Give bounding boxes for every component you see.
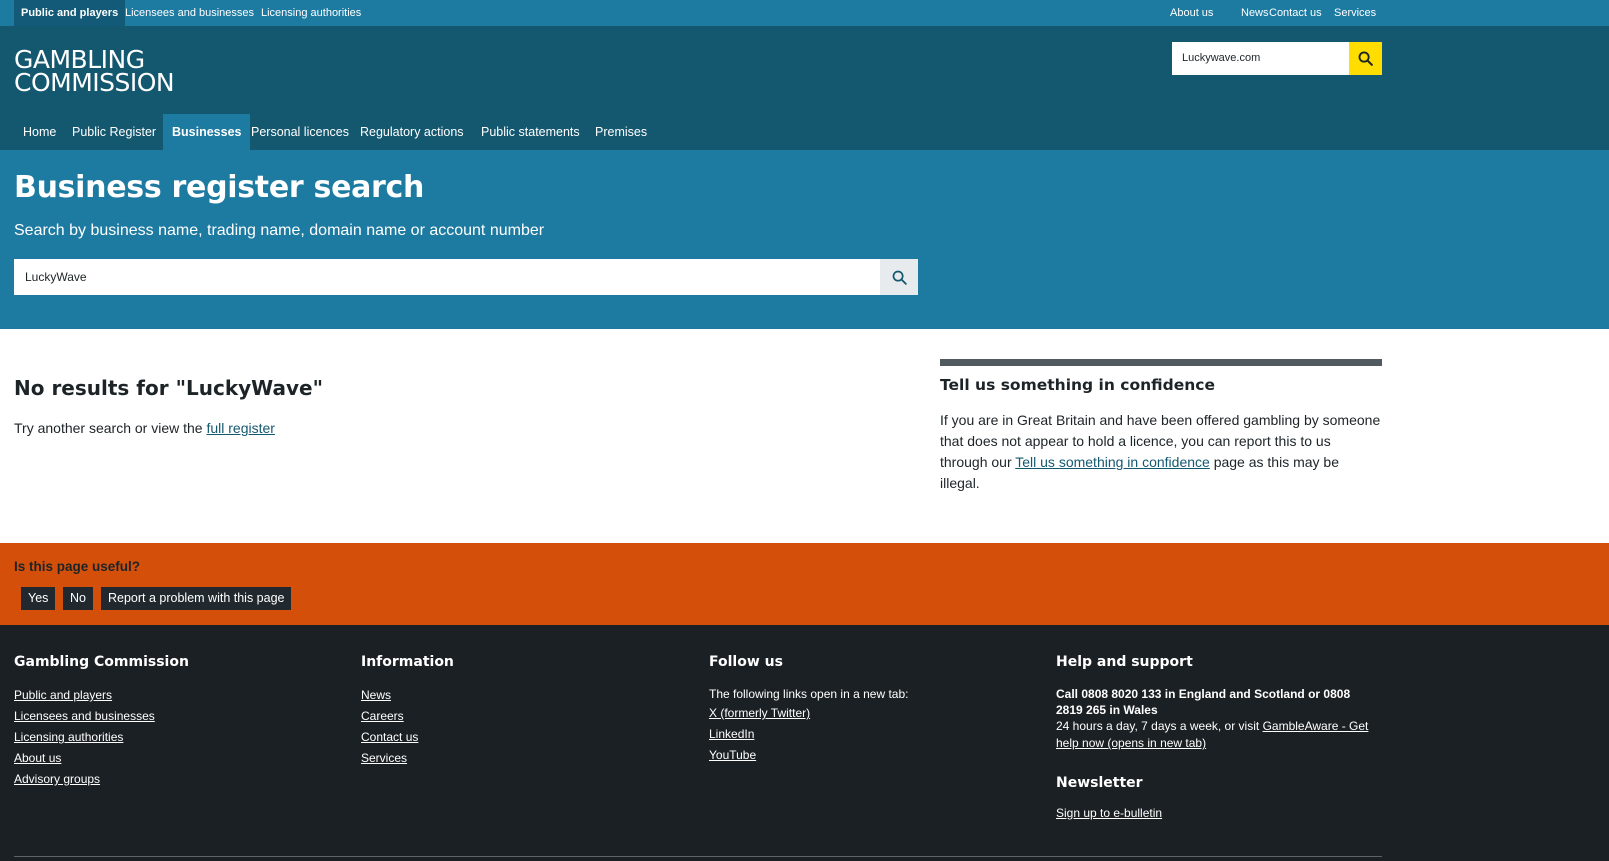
page-subtitle: Search by business name, trading name, d… bbox=[14, 222, 545, 239]
footer-link-licensees-and-businesses[interactable]: Licensees and businesses bbox=[14, 709, 155, 723]
footer-link-contact-us[interactable]: Contact us bbox=[361, 730, 418, 744]
footer-heading-help-and-support: Help and support bbox=[1056, 654, 1193, 670]
register-search-input[interactable] bbox=[14, 259, 880, 295]
feedback-question: Is this page useful? bbox=[14, 559, 141, 574]
footer-link-linkedin[interactable]: LinkedIn bbox=[709, 727, 754, 741]
helpline-hours-text: 24 hours a day, 7 days a week, or visit bbox=[1056, 719, 1263, 733]
audience-public-and-players[interactable]: Public and players bbox=[14, 0, 126, 26]
site-search-button[interactable] bbox=[1349, 42, 1382, 75]
no-results-heading: No results for "LuckyWave" bbox=[14, 376, 324, 400]
footer-heading-newsletter: Newsletter bbox=[1056, 775, 1143, 791]
feedback-no-button[interactable]: No bbox=[63, 587, 93, 610]
feedback-yes-button[interactable]: Yes bbox=[21, 587, 56, 610]
footer-link-careers[interactable]: Careers bbox=[361, 709, 404, 723]
footer-link-licensing-authorities[interactable]: Licensing authorities bbox=[14, 730, 123, 744]
footer-link-about-us[interactable]: About us bbox=[14, 751, 61, 765]
no-results-hint: Try another search or view the full regi… bbox=[14, 420, 275, 436]
search-hero: Business register search Search by busin… bbox=[0, 150, 1609, 329]
footer-link-services[interactable]: Services bbox=[361, 751, 407, 765]
confidence-title: Tell us something in confidence bbox=[940, 376, 1215, 394]
nav-public-statements[interactable]: Public statements bbox=[472, 114, 589, 150]
footer-heading-information: Information bbox=[361, 654, 454, 670]
confidence-link[interactable]: Tell us something in confidence bbox=[1015, 454, 1210, 470]
search-icon bbox=[892, 270, 907, 285]
full-register-link[interactable]: full register bbox=[206, 420, 274, 436]
helpline-numbers: Call 0808 8020 133 in England and Scotla… bbox=[1056, 687, 1351, 717]
util-services[interactable]: Services bbox=[1334, 0, 1376, 26]
audience-licensees-and-businesses[interactable]: Licensees and businesses bbox=[118, 0, 261, 26]
register-search-button[interactable] bbox=[880, 259, 918, 295]
footer-link-news[interactable]: News bbox=[361, 688, 391, 702]
footer-link-public-and-players[interactable]: Public and players bbox=[14, 688, 112, 702]
nav-premises[interactable]: Premises bbox=[586, 114, 656, 150]
helpline-hours: 24 hours a day, 7 days a week, or visit … bbox=[1056, 718, 1386, 752]
footer-new-tab-note: The following links open in a new tab: bbox=[709, 687, 909, 701]
footer-link-e-bulletin[interactable]: Sign up to e-bulletin bbox=[1056, 806, 1162, 820]
util-contact-us[interactable]: Contact us bbox=[1269, 0, 1322, 26]
confidence-text: If you are in Great Britain and have bee… bbox=[940, 410, 1382, 494]
util-news[interactable]: News bbox=[1241, 0, 1269, 26]
nav-public-register[interactable]: Public Register bbox=[63, 114, 165, 150]
nav-home[interactable]: Home bbox=[14, 114, 65, 150]
no-results-hint-text: Try another search or view the bbox=[14, 420, 207, 436]
site-footer: Gambling Commission Public and players L… bbox=[0, 625, 1609, 861]
footer-link-youtube[interactable]: YouTube bbox=[709, 748, 756, 762]
footer-heading-follow-us: Follow us bbox=[709, 654, 783, 670]
footer-divider bbox=[14, 856, 1382, 857]
footer-heading-gambling-commission: Gambling Commission bbox=[14, 654, 189, 670]
top-utility-bar: Public and players Licensees and busines… bbox=[0, 0, 1609, 26]
gambling-commission-logo[interactable]: GAMBLING COMMISSION bbox=[14, 47, 175, 97]
search-icon bbox=[1358, 51, 1373, 66]
footer-link-x-twitter[interactable]: X (formerly Twitter) bbox=[709, 706, 810, 720]
report-problem-button[interactable]: Report a problem with this page bbox=[101, 587, 292, 610]
util-about-us[interactable]: About us bbox=[1170, 0, 1213, 26]
page-title: Business register search bbox=[14, 170, 425, 205]
nav-regulatory-actions[interactable]: Regulatory actions bbox=[351, 114, 473, 150]
audience-licensing-authorities[interactable]: Licensing authorities bbox=[254, 0, 368, 26]
confidence-panel: Tell us something in confidence If you a… bbox=[940, 359, 1382, 494]
nav-businesses[interactable]: Businesses bbox=[163, 114, 251, 150]
feedback-bar: Is this page useful? Yes No Report a pro… bbox=[0, 543, 1609, 625]
logo-line-2: COMMISSION bbox=[14, 68, 175, 97]
footer-link-advisory-groups[interactable]: Advisory groups bbox=[14, 772, 100, 786]
site-header: GAMBLING COMMISSION Home Public Register… bbox=[0, 26, 1609, 150]
nav-personal-licences[interactable]: Personal licences bbox=[242, 114, 358, 150]
